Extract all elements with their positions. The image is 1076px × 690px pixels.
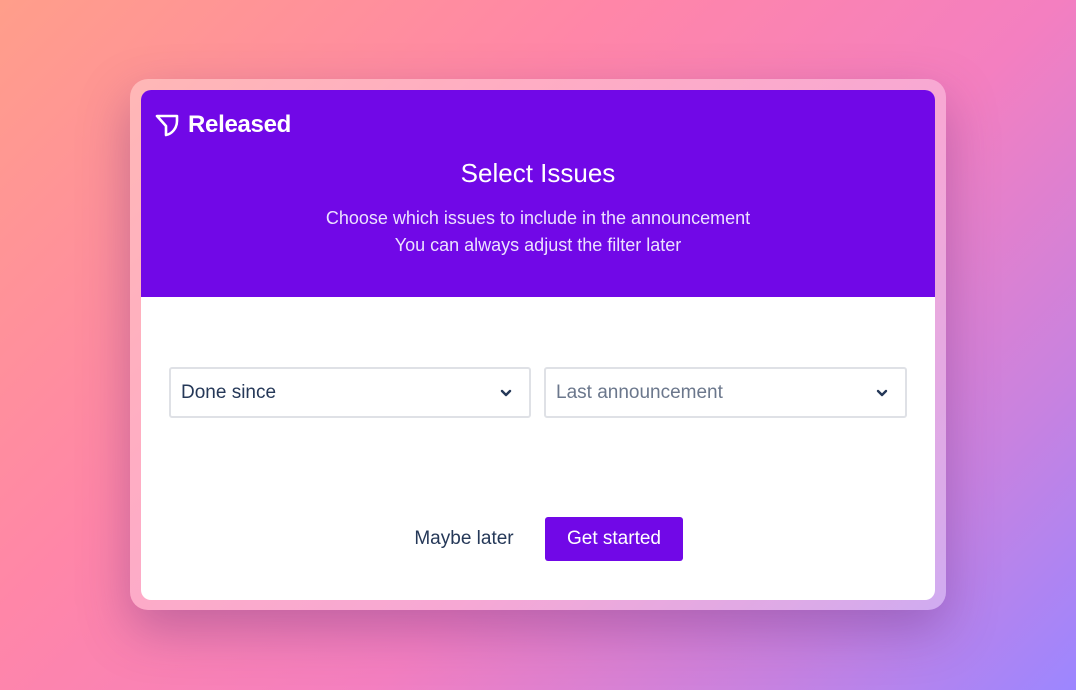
brand-logo: Released bbox=[154, 111, 291, 139]
dialog-subtitle-line1: Choose which issues to include in the an… bbox=[325, 208, 751, 228]
select-issues-dialog: Released Select Issues Choose which issu… bbox=[141, 90, 935, 600]
reference-select-placeholder: Last announcement bbox=[556, 381, 723, 403]
dialog-subtitle-line2: You can always adjust the filter later bbox=[394, 235, 682, 255]
maybe-later-button[interactable]: Maybe later bbox=[406, 517, 522, 561]
reference-select[interactable]: Last announcement bbox=[544, 367, 907, 418]
chevron-down-icon bbox=[499, 386, 513, 400]
chevron-down-icon bbox=[875, 386, 889, 400]
dialog-header: Released Select Issues Choose which issu… bbox=[141, 90, 935, 297]
condition-select-value: Done since bbox=[181, 381, 277, 403]
condition-select[interactable]: Done since bbox=[169, 367, 531, 418]
dialog-title: Select Issues bbox=[460, 158, 616, 188]
brand-name: Released bbox=[188, 111, 291, 138]
released-logo-icon bbox=[154, 112, 180, 138]
get-started-button[interactable]: Get started bbox=[545, 517, 683, 561]
